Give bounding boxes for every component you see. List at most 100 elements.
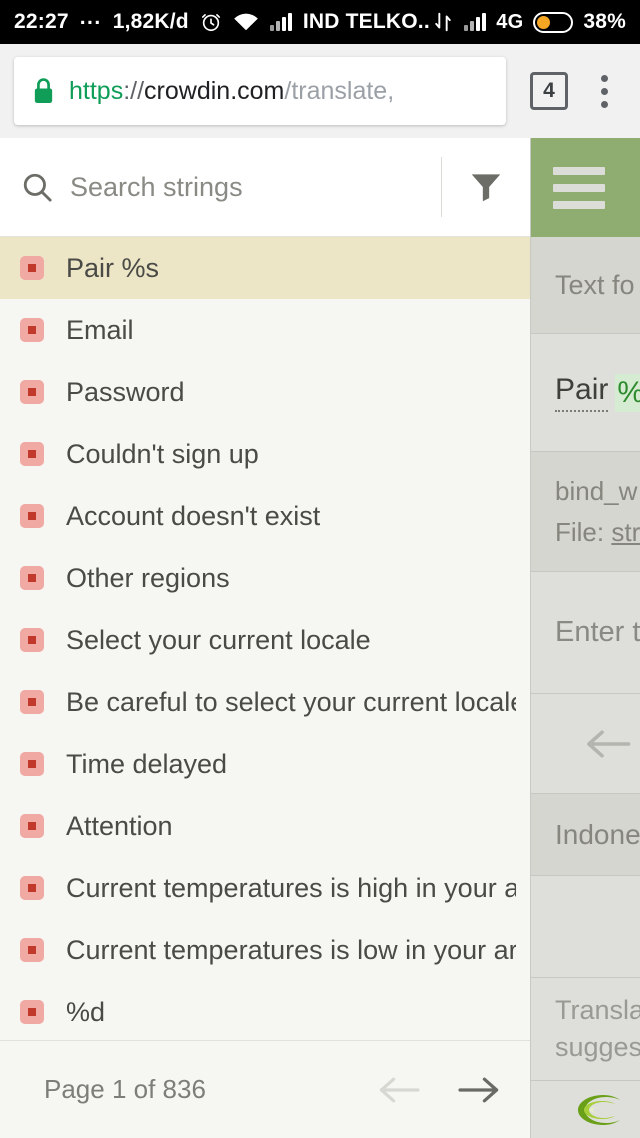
url-bar[interactable]: https://crowdin.com/translate, xyxy=(14,57,506,125)
untranslated-badge-icon xyxy=(20,566,44,590)
tab-switcher-button[interactable]: 4 xyxy=(530,72,568,110)
context-key: bind_w xyxy=(555,475,638,506)
pagination-bar: Page 1 of 836 xyxy=(0,1040,530,1138)
translation-input[interactable]: Enter t xyxy=(531,572,640,694)
suggestions-line-1: Transla xyxy=(555,995,640,1025)
filter-button[interactable] xyxy=(442,138,530,237)
source-string[interactable]: Pair% xyxy=(531,334,640,452)
url-path: /translate, xyxy=(284,76,395,105)
source-word: Pair xyxy=(555,373,609,412)
string-list-item[interactable]: Email xyxy=(0,299,530,361)
string-list-item[interactable]: Account doesn't exist xyxy=(0,485,530,547)
network-type-label: 4G xyxy=(496,10,524,33)
translation-area[interactable] xyxy=(531,876,640,978)
editor-panel: Text fo Pair% bind_w File: str Enter t xyxy=(531,138,640,1138)
tab-count-label: 4 xyxy=(543,79,555,102)
untranslated-badge-icon xyxy=(20,318,44,342)
page-indicator: Page 1 of 836 xyxy=(44,1074,206,1104)
strings-list[interactable]: Pair %s Email Password Couldn't sign up Acco… xyxy=(0,237,530,1040)
string-list-item-label: Current temperatures is high in your ar.… xyxy=(66,872,516,903)
app-root: 22:27 ... 1,82K/d IND TELKO.. 4G 38% htt… xyxy=(0,0,640,1138)
wifi-icon xyxy=(233,12,259,32)
translation-placeholder: Enter t xyxy=(555,616,640,648)
string-metadata: bind_w File: str xyxy=(531,452,640,572)
string-list-item-label: Pair %s xyxy=(66,252,160,283)
string-list-item-label: %d xyxy=(66,996,106,1027)
untranslated-badge-icon xyxy=(20,442,44,466)
data-transfer-icon xyxy=(432,11,454,33)
lock-icon xyxy=(32,77,55,105)
crowdin-translate-page: Pair %s Email Password Couldn't sign up Acco… xyxy=(0,138,640,1138)
file-label: File: xyxy=(555,516,605,547)
string-list-item-label: Account doesn't exist xyxy=(66,500,321,531)
untranslated-badge-icon xyxy=(20,504,44,528)
strings-sidebar: Pair %s Email Password Couldn't sign up Acco… xyxy=(0,138,531,1138)
string-list-item[interactable]: Pair %s xyxy=(0,237,530,299)
status-clock: 22:27 xyxy=(14,10,69,33)
kebab-menu-icon[interactable] xyxy=(582,69,626,113)
status-bar-right: 4G 38% xyxy=(432,10,626,34)
file-link[interactable]: str xyxy=(611,517,640,547)
string-list-item-label: Password xyxy=(66,376,185,407)
string-list-item-label: Time delayed xyxy=(66,748,228,779)
search-icon xyxy=(20,170,54,204)
signal-bars-secondary-icon xyxy=(464,13,487,31)
untranslated-badge-icon xyxy=(20,256,44,280)
string-list-item[interactable]: Current temperatures is high in your ar.… xyxy=(0,857,530,919)
editor-panel-header xyxy=(531,138,640,237)
arrow-left-icon xyxy=(583,726,633,762)
suggestions-line-2: suggest xyxy=(555,1032,640,1062)
filter-funnel-icon xyxy=(467,168,505,206)
source-text-label: Text fo xyxy=(531,237,640,334)
string-list-item[interactable]: Be careful to select your current locale… xyxy=(0,671,530,733)
string-list-item-label: Select your current locale xyxy=(66,624,371,655)
signal-bars-icon xyxy=(269,13,292,31)
target-language-text: Indone xyxy=(555,818,640,850)
pagination-controls xyxy=(376,1073,502,1107)
hamburger-menu-icon[interactable] xyxy=(553,166,605,209)
alarm-clock-icon xyxy=(200,11,222,33)
prev-page-button[interactable] xyxy=(376,1073,422,1107)
url-separator: :// xyxy=(123,76,145,105)
url-scheme: https xyxy=(69,76,124,105)
string-list-item[interactable]: Current temperatures is low in your are.… xyxy=(0,919,530,981)
search-bar xyxy=(0,138,530,237)
untranslated-badge-icon xyxy=(20,628,44,652)
battery-icon xyxy=(533,11,574,33)
target-language-label: Indone xyxy=(531,794,640,876)
url-host: crowdin.com xyxy=(144,76,285,105)
string-list-item-label: Other regions xyxy=(66,562,230,593)
string-list-item[interactable]: %d xyxy=(0,981,530,1040)
string-list-item-label: Current temperatures is low in your are.… xyxy=(66,934,516,965)
string-list-item-label: Attention xyxy=(66,810,173,841)
crowdin-logo-icon xyxy=(575,1091,623,1129)
carrier-label: IND TELKO.. xyxy=(302,10,430,33)
string-list-item-label: Be careful to select your current locale… xyxy=(66,686,516,717)
string-list-item-label: Email xyxy=(66,314,134,345)
data-rate-label: 1,82K/d xyxy=(112,10,189,33)
string-list-item[interactable]: Other regions xyxy=(0,547,530,609)
source-variable: % xyxy=(615,373,640,412)
string-list-item[interactable]: Time delayed xyxy=(0,733,530,795)
untranslated-badge-icon xyxy=(20,876,44,900)
file-info: File: str xyxy=(555,517,640,548)
string-list-item-label: Couldn't sign up xyxy=(66,438,259,469)
suggestions-header: Transla suggest xyxy=(531,978,640,1081)
string-list-item[interactable]: Password xyxy=(0,361,530,423)
android-status-bar: 22:27 ... 1,82K/d IND TELKO.. 4G 38% xyxy=(0,0,640,44)
notification-overflow-dots: ... xyxy=(79,6,102,29)
battery-percent-label: 38% xyxy=(583,10,626,33)
untranslated-badge-icon xyxy=(20,1000,44,1024)
string-list-item[interactable]: Attention xyxy=(0,795,530,857)
status-bar-left: 22:27 ... 1,82K/d IND TELKO.. xyxy=(14,6,430,34)
back-button[interactable] xyxy=(531,694,640,794)
string-list-item[interactable]: Select your current locale xyxy=(0,609,530,671)
url-text: https://crowdin.com/translate, xyxy=(69,77,394,106)
string-list-item[interactable]: Couldn't sign up xyxy=(0,423,530,485)
untranslated-badge-icon xyxy=(20,690,44,714)
source-text-label-text: Text fo xyxy=(555,269,635,300)
suggestion-source-row xyxy=(531,1081,640,1138)
next-page-button[interactable] xyxy=(456,1073,502,1107)
search-input[interactable] xyxy=(70,171,441,203)
untranslated-badge-icon xyxy=(20,752,44,776)
